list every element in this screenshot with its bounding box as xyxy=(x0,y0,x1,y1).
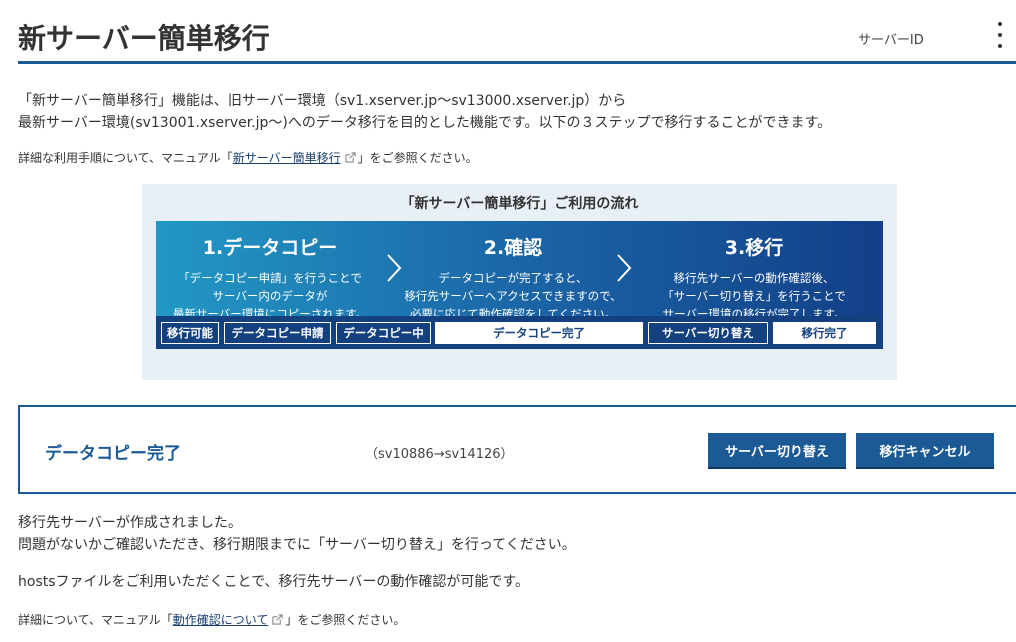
flow-title: 「新サーバー簡単移行」ご利用の流れ xyxy=(400,196,639,212)
manual-link-operation-check[interactable]: 動作確認について xyxy=(173,613,269,627)
server-id-label: サーバーID xyxy=(858,33,924,48)
intro-text: 「新サーバー簡単移行」機能は、旧サーバー環境（sv1.xserver.jp〜sv… xyxy=(18,90,831,134)
migration-flow: 「新サーバー簡単移行」ご利用の流れ 1.データコピー 「データコピー申請」を行う… xyxy=(142,184,897,380)
more-menu-icon[interactable] xyxy=(994,22,1006,48)
flow-steps-panel: 1.データコピー 「データコピー申請」を行うことで サーバー内のデータが 最新サ… xyxy=(156,221,883,321)
step-confirm: 2.確認 データコピーが完了すると、 移行先サーバーへアクセスできますので、 必… xyxy=(404,221,622,323)
step-2-line: データコピーが完了すると、 xyxy=(438,271,588,285)
message-created: 移行先サーバーが作成されました。 xyxy=(18,515,242,531)
status-title: データコピー完了 xyxy=(45,444,181,464)
migration-cancel-button[interactable]: 移行キャンセル xyxy=(856,433,994,467)
step-2-line: 移行先サーバーへアクセスできますので、 xyxy=(404,289,622,303)
step-data-copy: 1.データコピー 「データコピー申請」を行うことで サーバー内のデータが 最新サ… xyxy=(156,221,384,323)
chevron-right-icon xyxy=(617,254,632,282)
status-pill-copying: データコピー中 xyxy=(336,322,431,344)
page-header: 新サーバー簡単移行 サーバーID xyxy=(18,0,1016,64)
step-migrate: 3.移行 移行先サーバーの動作確認後、 「サーバー切り替え」を行うことで サーバ… xyxy=(638,221,870,323)
status-pill-migration-complete: 移行完了 xyxy=(773,322,876,344)
manual-note-suffix: 」をご参照ください。 xyxy=(357,151,478,165)
status-pill-copy-request: データコピー申請 xyxy=(224,322,331,344)
detail-note-prefix: 詳細について、マニュアル「 xyxy=(18,613,173,627)
status-pill-copy-complete: データコピー完了 xyxy=(435,322,643,344)
step-1-heading: 1.データコピー xyxy=(202,237,338,259)
server-mapping: （sv10886→sv14126） xyxy=(365,447,514,462)
status-pill-migratable: 移行可能 xyxy=(161,322,219,344)
step-3-description: 移行先サーバーの動作確認後、 「サーバー切り替え」を行うことで サーバー環境の移… xyxy=(638,269,870,323)
chevron-right-icon xyxy=(387,254,402,282)
intro-line-2: 最新サーバー環境(sv13001.xserver.jp〜)へのデータ移行を目的と… xyxy=(18,115,832,131)
detail-note-suffix: 」をご参照ください。 xyxy=(285,613,406,627)
step-1-description: 「データコピー申請」を行うことで サーバー内のデータが 最新サーバー環境にコピー… xyxy=(156,269,384,323)
step-3-line: 移行先サーバーの動作確認後、 xyxy=(673,271,835,285)
manual-link-migration[interactable]: 新サーバー簡単移行 xyxy=(233,151,341,165)
step-1-line: サーバー内のデータが xyxy=(212,289,328,303)
status-pill-server-switch: サーバー切り替え xyxy=(648,322,768,344)
flow-status-bar: 移行可能 データコピー申請 データコピー中 データコピー完了 サーバー切り替え … xyxy=(156,316,883,349)
step-3-heading: 3.移行 xyxy=(724,237,784,259)
manual-note: 詳細な利用手順について、マニュアル「新サーバー簡単移行 」をご参照ください。 xyxy=(18,149,478,166)
message-hosts: hostsファイルをご利用いただくことで、移行先サーバーの動作確認が可能です。 xyxy=(18,574,529,590)
step-2-heading: 2.確認 xyxy=(483,237,543,259)
current-status-panel: データコピー完了 （sv10886→sv14126） サーバー切り替え 移行キャ… xyxy=(18,405,1016,494)
step-1-line: 「データコピー申請」を行うことで xyxy=(178,271,362,285)
message-confirm: 問題がないかご確認いただき、移行期限までに「サーバー切り替え」を行ってください。 xyxy=(18,537,576,553)
detail-note: 詳細について、マニュアル「動作確認について 」をご参照ください。 xyxy=(18,611,405,628)
external-link-icon xyxy=(272,614,283,625)
intro-line-1: 「新サーバー簡単移行」機能は、旧サーバー環境（sv1.xserver.jp〜sv… xyxy=(18,93,627,109)
external-link-icon xyxy=(344,152,356,163)
page-title: 新サーバー簡単移行 xyxy=(18,22,270,55)
step-2-description: データコピーが完了すると、 移行先サーバーへアクセスできますので、 必要に応じて… xyxy=(404,269,622,323)
manual-note-prefix: 詳細な利用手順について、マニュアル「 xyxy=(18,151,233,165)
step-3-line: 「サーバー切り替え」を行うことで xyxy=(662,289,846,303)
server-switch-button[interactable]: サーバー切り替え xyxy=(708,433,846,467)
